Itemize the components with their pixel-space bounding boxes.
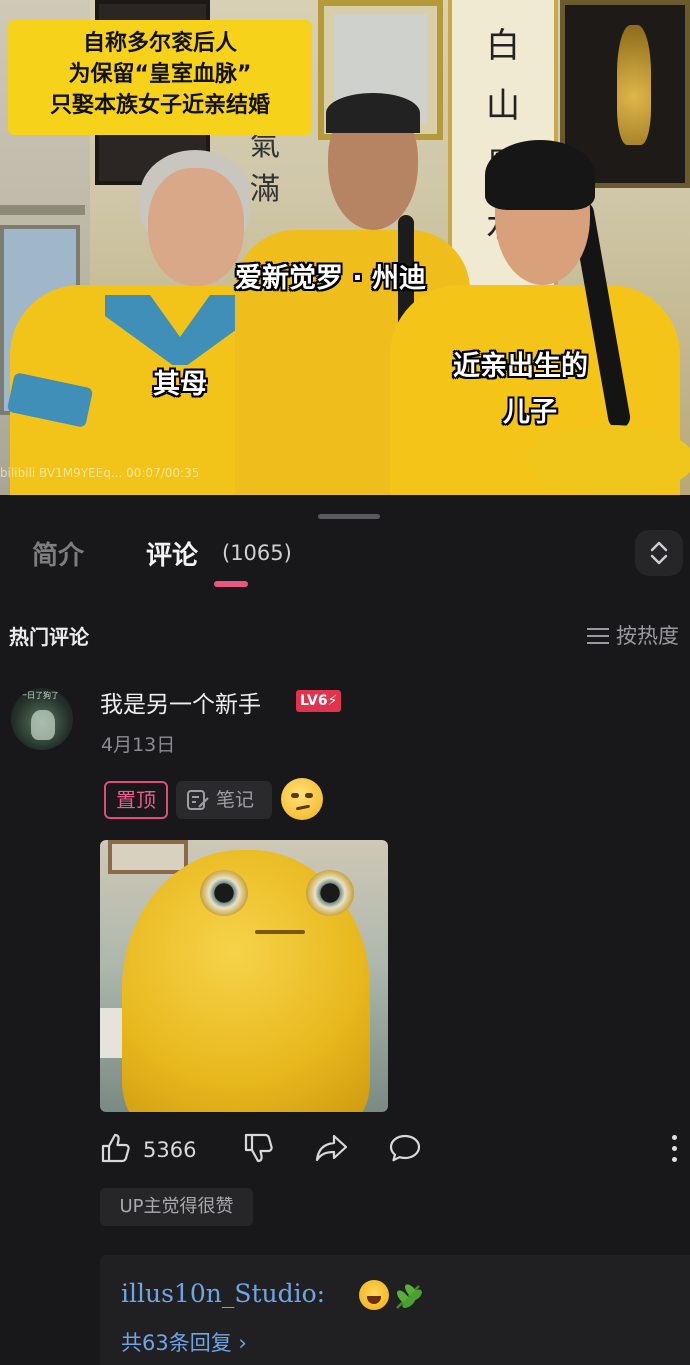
pinned-tag: 置顶 — [104, 781, 168, 819]
thumb-down-icon[interactable] — [243, 1132, 275, 1164]
herb-emoji-icon — [396, 1284, 422, 1309]
comments-count: (1065) — [222, 541, 292, 565]
comment-image[interactable] — [100, 840, 388, 1112]
label-mother: 其母 — [153, 369, 207, 400]
laughing-emoji-icon — [359, 1280, 389, 1310]
hot-comments-title: 热门评论 — [9, 625, 89, 649]
level-badge: LV6⚡ — [296, 690, 342, 712]
label-father: 爱新觉罗 · 州迪 — [235, 263, 427, 294]
thumb-up-icon[interactable] — [100, 1132, 132, 1164]
active-tab-indicator — [214, 581, 248, 587]
comment-icon[interactable] — [388, 1132, 422, 1164]
note-tag[interactable]: 笔记 — [176, 781, 272, 819]
more-icon[interactable] — [672, 1135, 678, 1165]
sort-label: 按热度 — [616, 624, 679, 648]
video-caption: 自称多尔衮后人 为保留“皇室血脉” 只娶本族女子近亲结婚 — [8, 20, 312, 135]
reply-count-link[interactable]: 共63条回复 › — [121, 1327, 247, 1357]
video-player[interactable]: 白 山 黑 水 氣 滿 自称多尔衮后人 为保留“皇室血脉” 只娶本族女子近亲结婚… — [0, 0, 690, 495]
note-edit-icon — [187, 790, 209, 810]
expand-button[interactable] — [635, 530, 683, 576]
comment-username[interactable]: 我是另一个新手 — [100, 685, 261, 719]
expand-icon — [650, 541, 668, 565]
label-son-line2: 儿子 — [503, 397, 557, 428]
reply-username[interactable]: illus10n_Studio: — [121, 1279, 325, 1308]
thinking-emoji-icon — [281, 778, 323, 820]
sort-lines-icon — [587, 628, 609, 644]
share-icon[interactable] — [315, 1132, 349, 1164]
drag-handle[interactable] — [318, 514, 380, 519]
tab-comments[interactable]: 评论 — [146, 535, 198, 572]
sort-button[interactable]: 按热度 — [586, 620, 679, 650]
label-son-line1: 近亲出生的 — [453, 351, 588, 382]
video-watermark: bilibili BV1M9YEEq... 00:07/00:35 — [0, 466, 200, 480]
comment-date: 4月13日 — [101, 734, 176, 756]
up-liked-badge: UP主觉得很赞 — [100, 1188, 253, 1226]
tab-intro[interactable]: 简介 — [32, 535, 84, 572]
avatar[interactable]: 一日了狗了 — [11, 688, 73, 750]
like-count: 5366 — [143, 1138, 197, 1162]
